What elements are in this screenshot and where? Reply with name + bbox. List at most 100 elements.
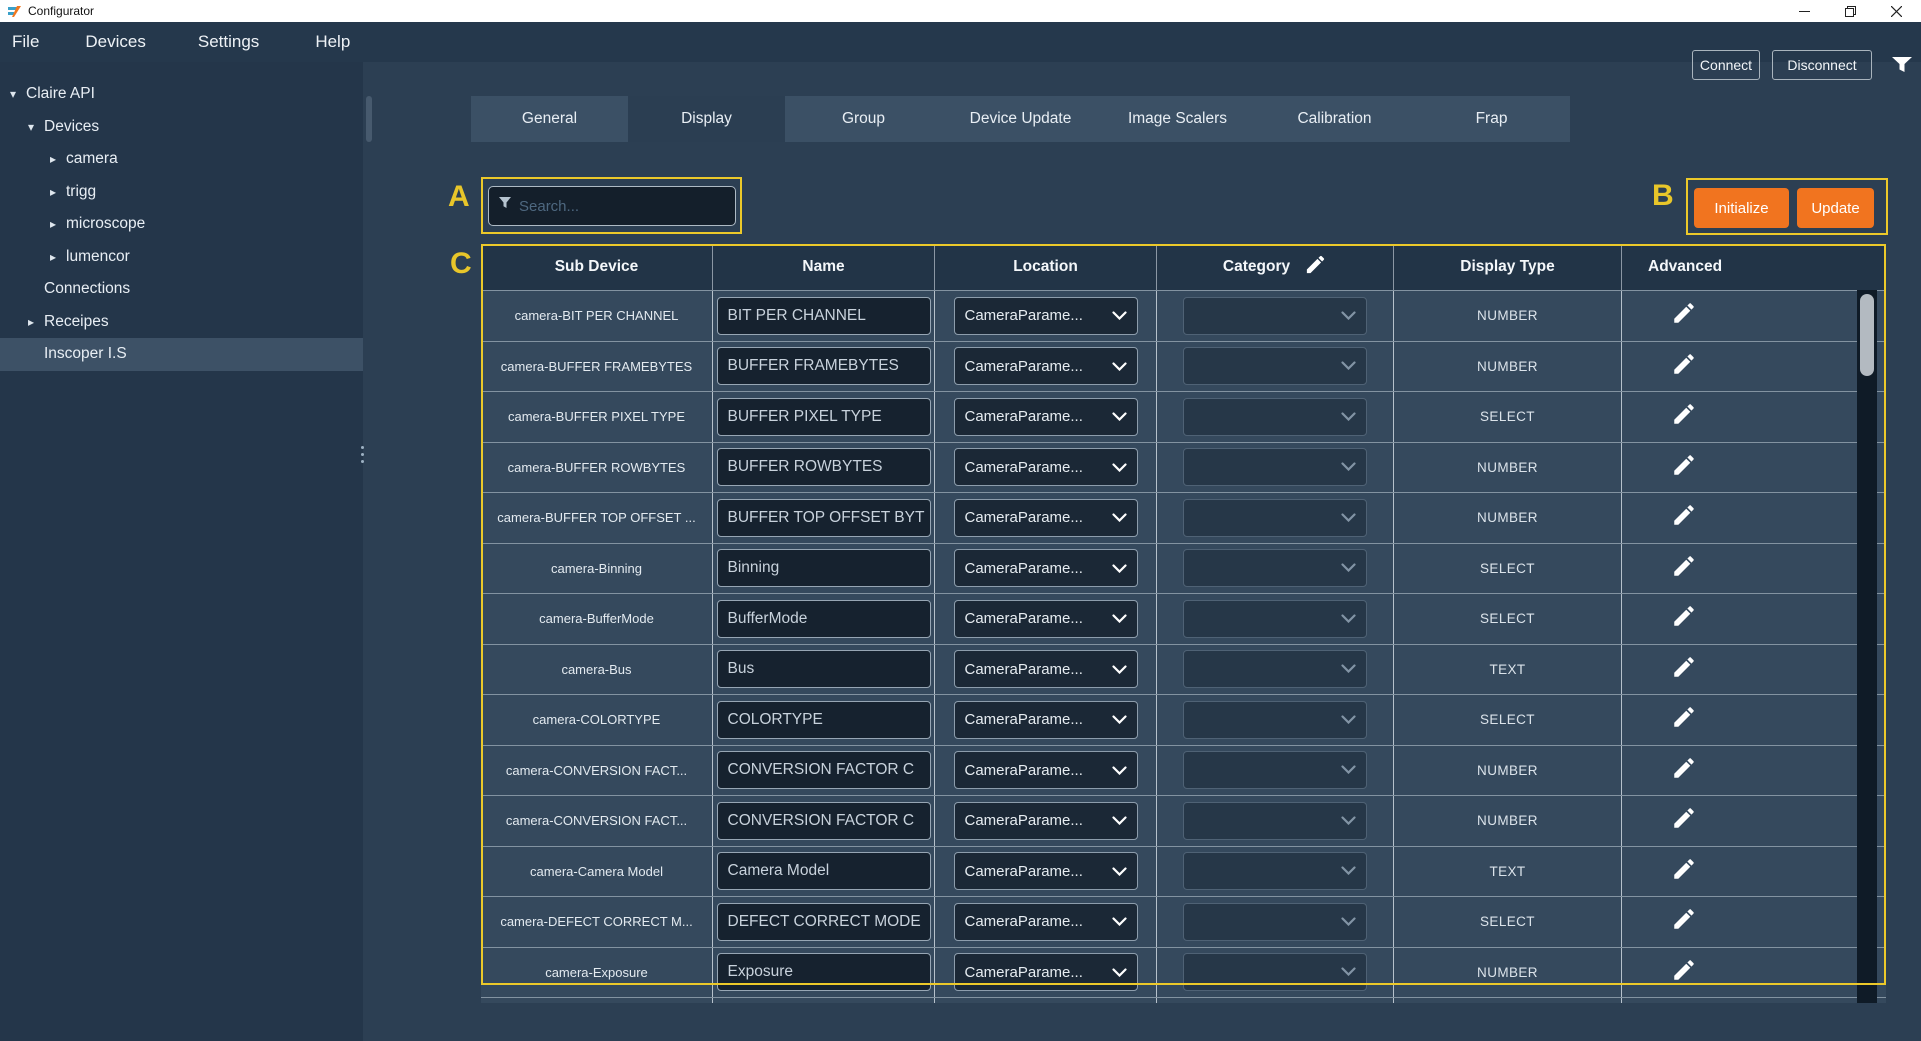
edit-category-pencil-icon[interactable] [1304,253,1327,281]
minimize-button[interactable] [1781,0,1827,22]
sidebar-item-claire-api[interactable]: ▾Claire API [0,78,363,111]
location-select[interactable]: CameraParame... [954,903,1138,941]
advanced-pencil-icon[interactable] [1671,755,1697,786]
name-input[interactable]: BUFFER TOP OFFSET BYT [717,499,931,537]
location-select[interactable]: CameraParame... [954,398,1138,436]
sub-device-label: camera-CONVERSION FACT... [481,796,713,846]
sidebar-item-receipes[interactable]: ▸Receipes [0,306,363,339]
funnel-icon[interactable] [1892,57,1912,77]
name-input[interactable]: BufferMode [717,600,931,638]
search-input[interactable]: Search... [488,186,736,226]
tab-image-scalers[interactable]: Image Scalers [1099,96,1256,142]
tab-display[interactable]: Display [628,96,785,142]
tab-group[interactable]: Group [785,96,942,142]
location-select[interactable]: CameraParame... [954,549,1138,587]
advanced-pencil-icon[interactable] [1671,401,1697,432]
splitter-grip[interactable] [361,446,364,463]
sub-device-label: camera-BUFFER FRAMEBYTES [481,342,713,392]
tab-device-update[interactable]: Device Update [942,96,1099,142]
location-select[interactable]: CameraParame... [954,751,1138,789]
table-scrollbar[interactable] [1857,290,1877,1003]
location-select[interactable]: CameraParame... [954,347,1138,385]
tab-general[interactable]: General [471,96,628,142]
advanced-pencil-icon[interactable] [1671,553,1697,584]
location-select[interactable]: CameraParame... [954,600,1138,638]
disconnect-button[interactable]: Disconnect [1772,50,1872,80]
tab-calibration[interactable]: Calibration [1256,96,1413,142]
location-select[interactable]: CameraParame... [954,852,1138,890]
chevron-right-icon[interactable]: ▸ [50,250,66,264]
chevron-right-icon[interactable]: ▸ [50,152,66,166]
chevron-down-icon [1341,862,1356,880]
location-select[interactable]: CameraParame... [954,650,1138,688]
menu-help[interactable]: Help [315,22,350,62]
advanced-pencil-icon[interactable] [1671,704,1697,735]
initialize-button[interactable]: Initialize [1694,188,1789,228]
advanced-pencil-icon[interactable] [1671,300,1697,331]
name-input[interactable]: BUFFER ROWBYTES [717,448,931,486]
name-input[interactable]: COLORTYPE [717,701,931,739]
advanced-pencil-icon[interactable] [1671,654,1697,685]
location-select[interactable]: CameraParame... [954,448,1138,486]
location-select[interactable]: CameraParame... [954,802,1138,840]
advanced-pencil-icon[interactable] [1671,452,1697,483]
category-select[interactable] [1183,802,1367,840]
chevron-right-icon[interactable]: ▸ [28,315,44,329]
location-select[interactable]: CameraParame... [954,701,1138,739]
update-button[interactable]: Update [1797,188,1874,228]
sidebar-item-trigg[interactable]: ▸trigg [0,176,363,209]
advanced-pencil-icon[interactable] [1671,856,1697,887]
sidebar-scrollbar-thumb[interactable] [366,96,372,142]
category-select[interactable] [1183,903,1367,941]
table-scrollbar-thumb[interactable] [1860,294,1874,376]
sidebar-item-connections[interactable]: Connections [0,273,363,306]
menu-settings[interactable]: Settings [198,22,259,62]
advanced-pencil-icon[interactable] [1671,603,1697,634]
location-select[interactable]: CameraParame... [954,953,1138,991]
name-input[interactable]: CONVERSION FACTOR C [717,751,931,789]
name-input[interactable]: Exposure [717,953,931,991]
tab-frap[interactable]: Frap [1413,96,1570,142]
name-input[interactable]: BUFFER PIXEL TYPE [717,398,931,436]
advanced-pencil-icon[interactable] [1671,502,1697,533]
sidebar-item-camera[interactable]: ▸camera [0,143,363,176]
category-select[interactable] [1183,701,1367,739]
chevron-right-icon[interactable]: ▸ [50,217,66,231]
category-select[interactable] [1183,448,1367,486]
chevron-down-icon[interactable]: ▾ [28,120,44,134]
name-input[interactable]: DEFECT CORRECT MODE [717,903,931,941]
name-input[interactable]: CONVERSION FACTOR C [717,802,931,840]
advanced-pencil-icon[interactable] [1671,906,1697,937]
sidebar-item-devices[interactable]: ▾Devices [0,111,363,144]
category-select[interactable] [1183,398,1367,436]
category-select[interactable] [1183,347,1367,385]
category-select[interactable] [1183,499,1367,537]
advanced-pencil-icon[interactable] [1671,805,1697,836]
location-select[interactable]: CameraParame... [954,297,1138,335]
name-input[interactable]: BIT PER CHANNEL [717,297,931,335]
connect-button[interactable]: Connect [1692,50,1760,80]
category-select[interactable] [1183,600,1367,638]
location-select[interactable]: CameraParame... [954,499,1138,537]
name-input[interactable]: Camera Model [717,852,931,890]
category-select[interactable] [1183,650,1367,688]
chevron-right-icon[interactable]: ▸ [50,185,66,199]
advanced-pencil-icon[interactable] [1671,957,1697,988]
category-select[interactable] [1183,852,1367,890]
category-select[interactable] [1183,751,1367,789]
category-select[interactable] [1183,297,1367,335]
name-input[interactable]: Binning [717,549,931,587]
name-input[interactable]: Bus [717,650,931,688]
sidebar-item-inscoper-i-s[interactable]: Inscoper I.S [0,338,363,371]
advanced-pencil-icon[interactable] [1671,351,1697,382]
sidebar-item-microscope[interactable]: ▸microscope [0,208,363,241]
close-button[interactable] [1873,0,1919,22]
chevron-down-icon[interactable]: ▾ [10,87,26,101]
category-select[interactable] [1183,953,1367,991]
restore-button[interactable] [1827,0,1873,22]
sidebar-item-lumencor[interactable]: ▸lumencor [0,241,363,274]
menu-file[interactable]: File [12,22,39,62]
menu-devices[interactable]: Devices [85,22,145,62]
category-select[interactable] [1183,549,1367,587]
name-input[interactable]: BUFFER FRAMEBYTES [717,347,931,385]
